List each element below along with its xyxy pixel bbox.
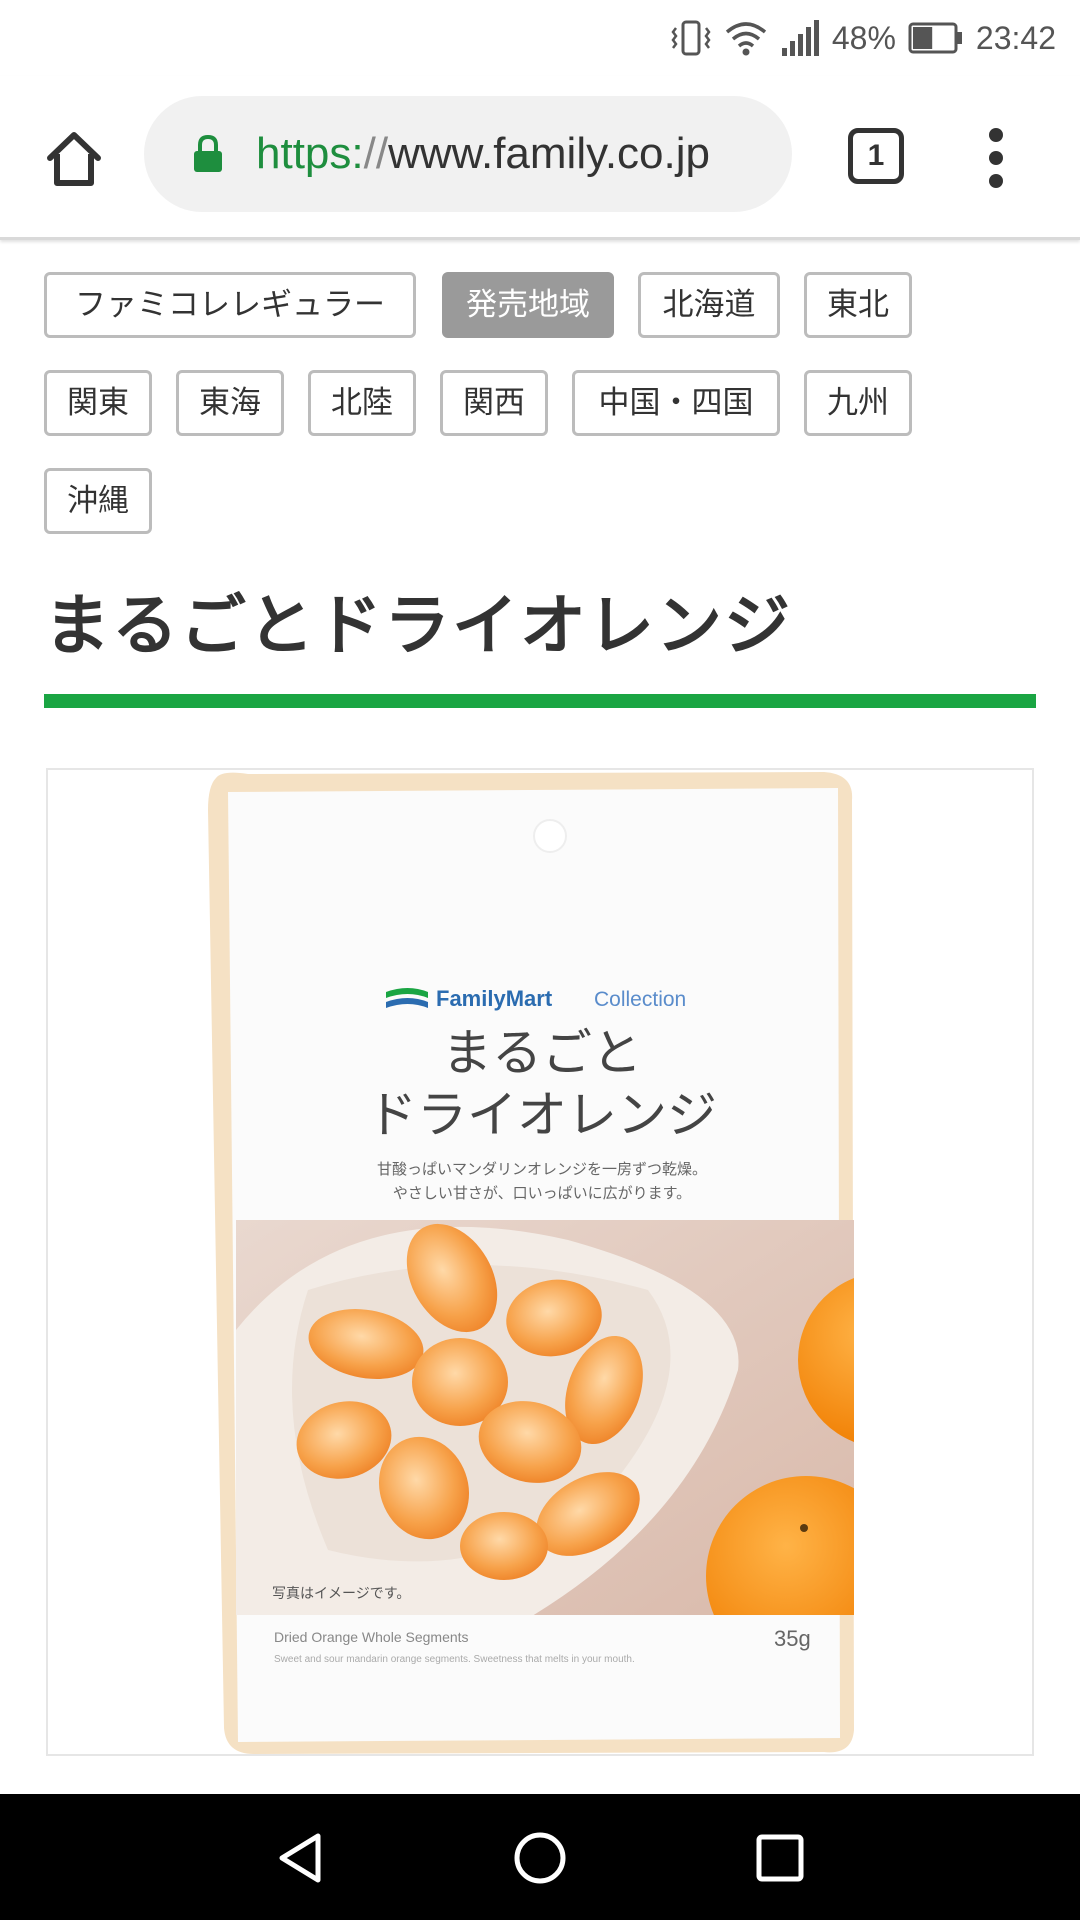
svg-text:35g: 35g [774, 1626, 811, 1651]
svg-text:まるごと: まるごと [442, 1024, 642, 1082]
battery-icon [908, 21, 964, 55]
tag-chugoku-shikoku[interactable]: 中国・四国 [572, 370, 780, 436]
svg-text:ドライオレンジ: ドライオレンジ [367, 1086, 717, 1144]
home-nav-button[interactable] [506, 1824, 574, 1892]
home-icon [47, 132, 101, 186]
svg-text:Sweet and sour mandarin orange: Sweet and sour mandarin orange segments.… [274, 1654, 635, 1665]
tag-hokuriku[interactable]: 北陸 [308, 370, 416, 436]
tag-release-region[interactable]: 発売地域 [442, 272, 614, 338]
product-title: まるごとドライオレンジ [44, 587, 792, 664]
address-bar[interactable]: https://www.family.co.jp [144, 96, 792, 212]
tab-switcher-button[interactable]: 1 [848, 128, 904, 184]
url-slashes: // [363, 129, 389, 178]
wifi-icon [724, 18, 768, 58]
recents-icon [756, 1834, 804, 1882]
tag-famicolle-regular[interactable]: ファミコレレギュラー [44, 272, 416, 338]
status-bar: 48% 23:42 [0, 0, 1080, 76]
svg-text:Collection: Collection [594, 988, 686, 1011]
svg-text:Dried Orange Whole Segments: Dried Orange Whole Segments [274, 1629, 469, 1645]
overflow-menu-icon[interactable] [968, 120, 1024, 196]
back-icon [279, 1833, 321, 1883]
url-host: www.family.co.jp [388, 129, 710, 178]
svg-text:甘酸っぱいマンダリンオレンジを一房ずつ乾燥。: 甘酸っぱいマンダリンオレンジを一房ずつ乾燥。 [377, 1160, 707, 1178]
clock: 23:42 [975, 19, 1056, 56]
tag-kansai[interactable]: 関西 [440, 370, 548, 436]
title-divider [44, 694, 1036, 708]
tab-count: 1 [867, 139, 885, 172]
tag-okinawa[interactable]: 沖縄 [44, 468, 152, 534]
product-package-illustration: FamilyMart Collection まるごと ドライオレンジ 甘酸っぱい… [208, 772, 854, 1754]
home-button[interactable] [38, 124, 110, 194]
back-button[interactable] [266, 1824, 334, 1892]
system-nav-bar [0, 1794, 1080, 1920]
tag-tohoku[interactable]: 東北 [804, 272, 912, 338]
browser-toolbar: https://www.family.co.jp 1 [0, 76, 1080, 240]
tag-kanto[interactable]: 関東 [44, 370, 152, 436]
battery-percent: 48% [831, 19, 896, 56]
url-scheme: https: [256, 129, 364, 178]
recents-button[interactable] [746, 1824, 814, 1892]
lock-icon [192, 134, 224, 178]
status-indicators: 48% 23:42 [670, 10, 1056, 66]
tag-kyushu[interactable]: 九州 [804, 370, 912, 436]
tag-hokkaido[interactable]: 北海道 [638, 272, 780, 338]
svg-text:FamilyMart: FamilyMart [436, 986, 553, 1011]
product-image: FamilyMart Collection まるごと ドライオレンジ 甘酸っぱい… [46, 768, 1034, 1756]
svg-text:やさしい甘さが、口いっぱいに広がります。: やさしい甘さが、口いっぱいに広がります。 [393, 1184, 691, 1202]
svg-text:写真はイメージです。: 写真はイメージです。 [272, 1586, 410, 1602]
url-text: https://www.family.co.jp [256, 96, 710, 212]
vibrate-icon [670, 18, 712, 58]
signal-icon [780, 18, 820, 58]
home-circle-icon [514, 1832, 566, 1884]
tag-tokai[interactable]: 東海 [176, 370, 284, 436]
